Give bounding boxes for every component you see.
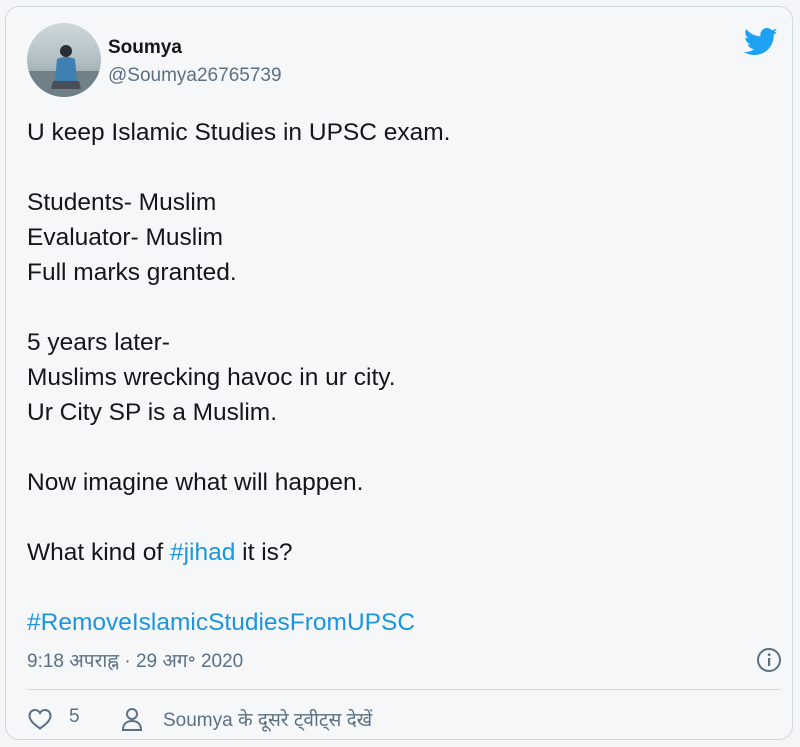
tweet-line — [27, 150, 767, 185]
tweet-line — [27, 290, 767, 325]
like-count[interactable]: 5 — [69, 706, 80, 728]
question-prefix: What kind of — [27, 539, 170, 566]
tweet-line: Ur City SP is a Muslim. — [27, 399, 278, 426]
divider — [27, 689, 780, 690]
avatar[interactable] — [27, 23, 101, 97]
tweet-line: Muslims wrecking havoc in ur city. — [27, 364, 396, 391]
hashtag-final-link[interactable]: #RemoveIslamicStudiesFromUPSC — [27, 605, 767, 640]
tweet-line: U keep Islamic Studies in UPSC exam. — [27, 119, 451, 146]
more-tweets-link[interactable]: Soumya के दूसरे ट्वीट्स देखें — [163, 706, 372, 732]
question-suffix: it is? — [235, 539, 293, 566]
tweet-card: Soumya @Soumya26765739 U keep Islamic St… — [5, 6, 793, 740]
tweet-question-line: What kind of #jihad it is? — [27, 535, 767, 570]
tweet-line: 5 years later- — [27, 329, 170, 356]
tweet-line: Full marks granted. — [27, 259, 237, 286]
hashtag-jihad-link[interactable]: #jihad — [170, 539, 235, 566]
author-handle[interactable]: @Soumya26765739 — [108, 65, 282, 87]
info-icon[interactable] — [756, 647, 782, 673]
author-name[interactable]: Soumya — [108, 37, 182, 59]
tweet-line: Students- Muslim — [27, 189, 217, 216]
tweet-line: Evaluator- Muslim — [27, 224, 224, 251]
tweet-line — [27, 500, 767, 535]
tweet-timestamp[interactable]: 9:18 अपराह्न · 29 अग॰ 2020 — [27, 647, 243, 673]
tweet-line — [27, 430, 767, 465]
tweet-line: Now imagine what will happen. — [27, 469, 364, 496]
tweet-line — [27, 570, 767, 605]
twitter-bird-icon[interactable] — [743, 27, 778, 57]
tweet-text: U keep Islamic Studies in UPSC exam. Stu… — [27, 115, 767, 640]
heart-icon[interactable] — [27, 707, 53, 731]
user-icon[interactable] — [120, 706, 144, 732]
